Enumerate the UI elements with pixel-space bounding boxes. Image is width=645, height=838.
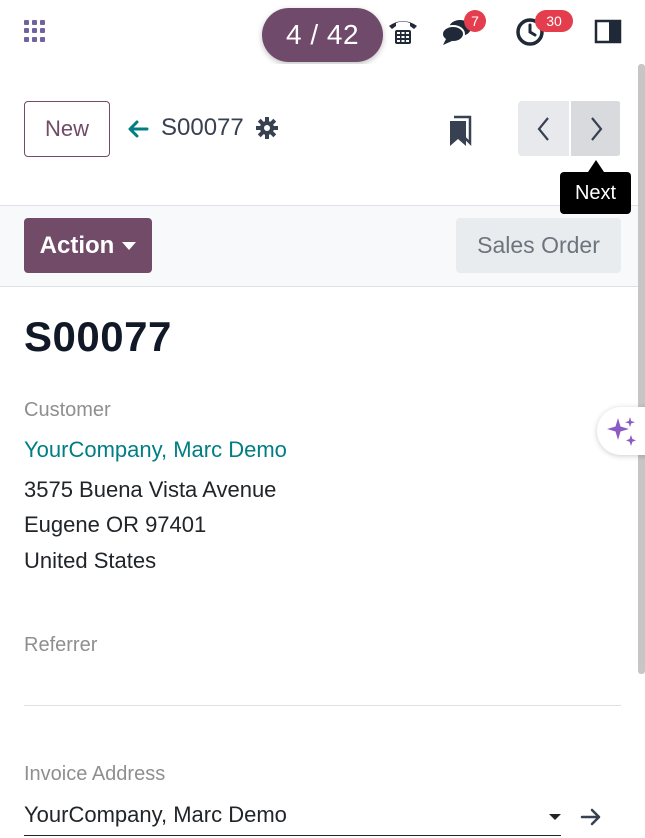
caret-down-icon [549,814,561,820]
new-button[interactable]: New [24,101,110,157]
scrollbar[interactable] [638,64,645,674]
action-dropdown-button[interactable]: Action [24,218,152,273]
action-label: Action [39,231,115,259]
address-line: Eugene OR 97401 [24,512,207,537]
chevron-right-icon [590,116,602,141]
record-counter-pill: 4 / 42 [262,8,383,62]
address-line: 3575 Buena Vista Avenue [24,477,277,502]
customer-link[interactable]: YourCompany, Marc Demo [24,437,287,463]
invoice-address-select[interactable]: YourCompany, Marc Demo [24,800,561,836]
messages-badge: 7 [464,10,486,32]
ai-assistant-button[interactable] [597,407,645,455]
referrer-field-underline[interactable] [24,705,621,706]
tooltip-arrow [588,160,604,172]
status-stage-sales-order[interactable]: Sales Order [456,218,621,273]
activities-badge: 30 [535,10,573,32]
bookmark-icon[interactable] [448,115,472,147]
caret-down-icon [122,241,137,250]
phone-icon[interactable] [386,14,420,48]
referrer-label: Referrer [24,634,98,656]
apps-grid-icon[interactable] [24,20,46,42]
top-navbar: 7 30 4 / 42 [0,0,645,64]
next-tooltip: Next [560,172,631,214]
next-record-button[interactable] [569,101,620,156]
invoice-address-value: YourCompany, Marc Demo [24,802,287,827]
record-title: S00077 [24,313,172,360]
previous-record-button[interactable] [518,101,569,156]
record-pager [518,101,621,156]
customer-label: Customer [24,399,111,421]
address-line: United States [24,548,157,573]
gear-icon[interactable] [256,117,278,139]
chevron-left-icon [537,116,549,141]
breadcrumb-record-name: S00077 [161,114,244,141]
status-bar: Action Sales Order [0,206,645,287]
sparkle-icon [607,417,636,446]
control-panel: New S00077 [0,64,645,206]
invoice-address-label: Invoice Address [24,763,166,785]
back-arrow-icon[interactable] [126,117,150,141]
split-panel-icon[interactable] [592,14,626,48]
arrow-right-icon[interactable] [580,806,602,828]
